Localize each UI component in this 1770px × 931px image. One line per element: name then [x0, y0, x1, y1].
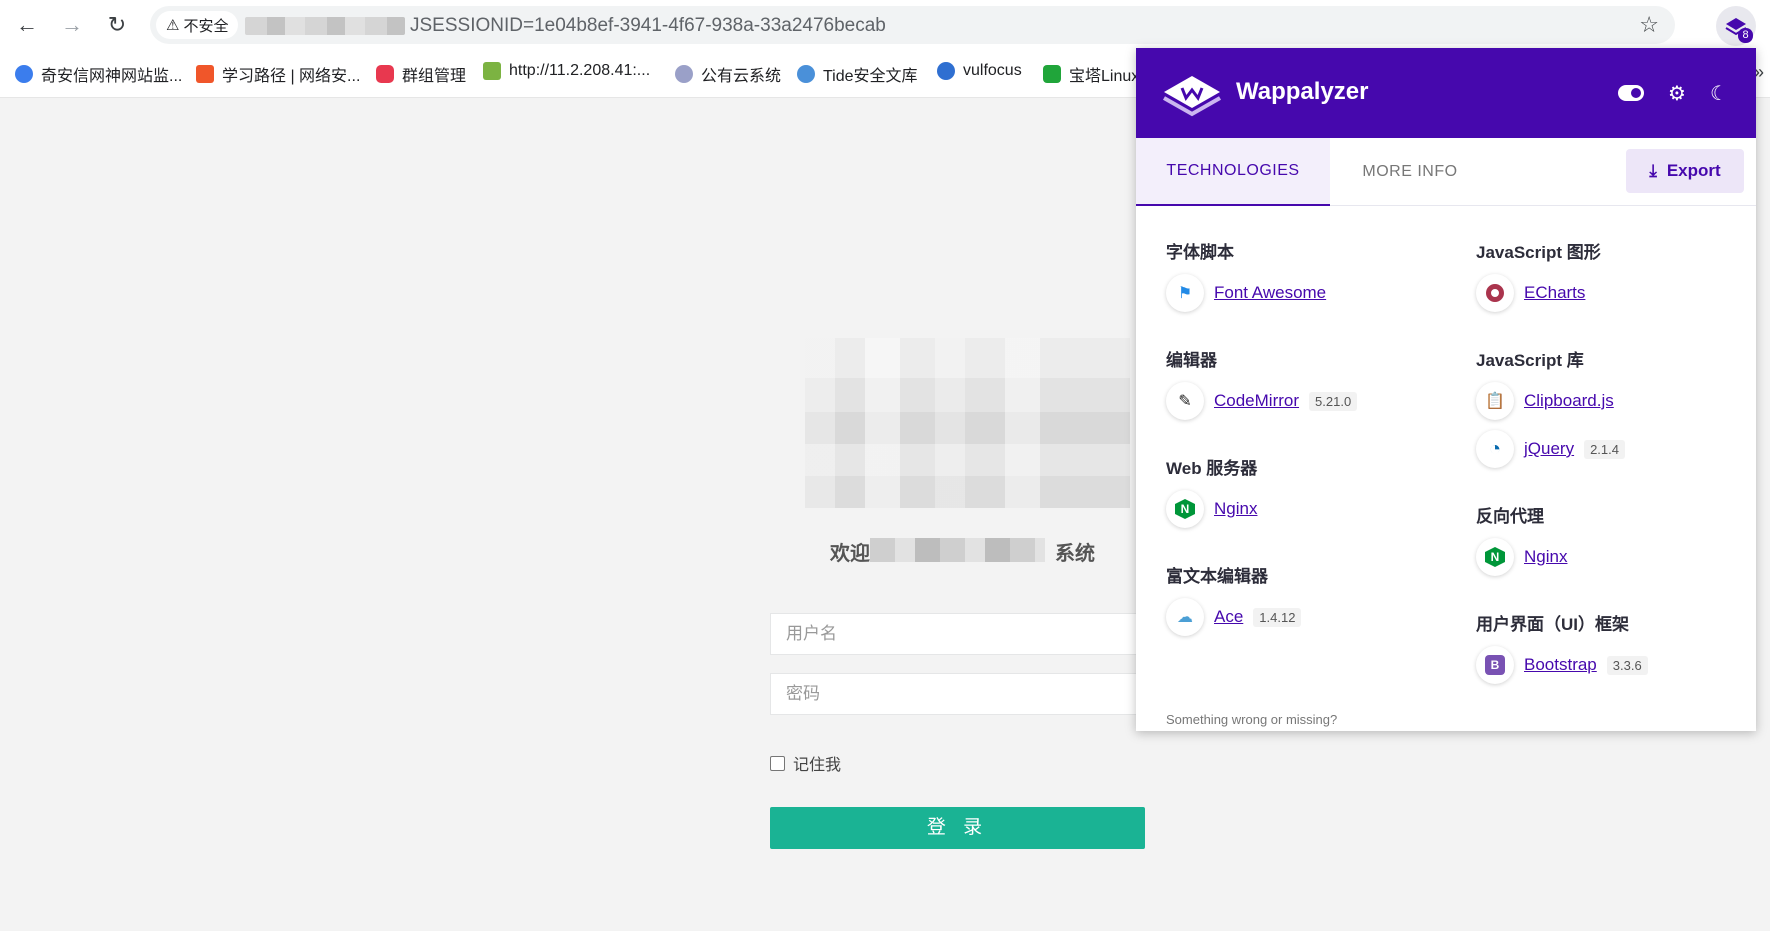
address-bar[interactable]: ⚠ 不安全 JSESSIONID=1e04b8ef-3941-4f67-938a…	[150, 6, 1675, 44]
technology-item[interactable]: N Nginx	[1166, 489, 1257, 529]
tab-technologies[interactable]: TECHNOLOGIES	[1136, 138, 1330, 206]
settings-gear-icon[interactable]: ⚙	[1664, 80, 1690, 106]
download-icon: ⤓	[1649, 161, 1657, 180]
technology-item[interactable]: ☁ Ace 1.4.12	[1166, 597, 1302, 637]
password-input[interactable]: 密码	[770, 673, 1150, 715]
reload-icon[interactable]: ↻	[102, 10, 132, 40]
bootstrap-icon: B	[1476, 646, 1514, 684]
category-heading: JavaScript 库	[1476, 351, 1584, 370]
category-heading: JavaScript 图形	[1476, 243, 1601, 262]
bookmark-item[interactable]: http://11.2.208.41:...	[483, 62, 650, 80]
bookmark-favicon-icon	[483, 62, 501, 80]
blurred-host	[245, 17, 405, 35]
echarts-icon	[1476, 274, 1514, 312]
bookmark-favicon-icon	[376, 65, 394, 83]
version-badge: 2.1.4	[1584, 439, 1625, 459]
technology-item[interactable]: ⚑ Font Awesome	[1166, 273, 1326, 313]
wappalyzer-extension-button[interactable]: 8	[1716, 6, 1756, 46]
bookmark-item[interactable]: Tide安全文库	[797, 62, 918, 86]
technology-item[interactable]: N Nginx	[1476, 537, 1567, 577]
bookmark-item[interactable]: 宝塔Linux	[1043, 62, 1139, 86]
category-heading: 富文本编辑器	[1166, 567, 1268, 586]
browser-toolbar: ← → ↻ ⚠ 不安全 JSESSIONID=1e04b8ef-3941-4f6…	[0, 0, 1770, 50]
ace-cloud-icon: ☁	[1166, 598, 1204, 636]
category-heading: 编辑器	[1166, 351, 1217, 370]
codemirror-icon: ✎	[1166, 382, 1204, 420]
technology-item[interactable]: ◔ jQuery 2.1.4	[1476, 429, 1625, 469]
version-badge: 1.4.12	[1253, 607, 1302, 627]
jquery-icon: ◔	[1476, 430, 1514, 468]
wappalyzer-title: Wappalyzer	[1236, 78, 1369, 105]
wappalyzer-popup: Wappalyzer ⚙ ☾ TECHNOLOGIES MORE INFO ⤓ …	[1136, 48, 1756, 731]
bookmark-favicon-icon	[196, 65, 214, 83]
toggle-switch[interactable]	[1618, 85, 1644, 101]
export-button[interactable]: ⤓ Export	[1626, 149, 1744, 193]
technology-item[interactable]: B Bootstrap 3.3.6	[1476, 645, 1648, 685]
blurred-system-name	[870, 538, 1045, 562]
category-heading: 字体脚本	[1166, 243, 1234, 262]
nginx-icon: N	[1166, 490, 1204, 528]
remember-checkbox[interactable]	[770, 755, 785, 771]
bookmark-item[interactable]: 公有云系统	[675, 62, 781, 86]
bookmark-favicon-icon	[937, 62, 955, 80]
category-heading: 反向代理	[1476, 507, 1544, 526]
remember-me[interactable]: 记住我	[770, 751, 841, 775]
version-badge: 5.21.0	[1309, 391, 1358, 411]
category-heading: Web 服务器	[1166, 459, 1258, 478]
version-badge: 3.3.6	[1606, 655, 1648, 675]
bookmark-item[interactable]: vulfocus	[937, 62, 1022, 80]
bookmark-favicon-icon	[675, 65, 693, 83]
bookmark-favicon-icon	[15, 65, 33, 83]
url-text: JSESSIONID=1e04b8ef-3941-4f67-938a-33a24…	[410, 15, 886, 36]
tab-more-info[interactable]: MORE INFO	[1330, 138, 1490, 206]
font-awesome-flag-icon: ⚑	[1166, 274, 1204, 312]
bookmark-item[interactable]: 学习路径 | 网络安...	[196, 62, 360, 86]
wappalyzer-header: Wappalyzer ⚙ ☾	[1136, 48, 1756, 138]
nginx-icon: N	[1476, 538, 1514, 576]
technology-item[interactable]: ✎ CodeMirror 5.21.0	[1166, 381, 1358, 421]
extension-badge: 8	[1738, 28, 1753, 43]
security-label: 不安全	[183, 17, 229, 35]
security-chip[interactable]: ⚠ 不安全	[156, 11, 239, 39]
wappalyzer-tabs: TECHNOLOGIES MORE INFO ⤓ Export	[1136, 138, 1756, 206]
dark-mode-moon-icon[interactable]: ☾	[1706, 80, 1732, 106]
warning-icon: ⚠	[166, 17, 180, 34]
category-heading: 用户界面（UI）框架	[1476, 615, 1629, 634]
remember-label: 记住我	[793, 757, 842, 774]
bookmark-item[interactable]: 奇安信网神网站监...	[15, 62, 182, 86]
technology-item[interactable]: 📋 Clipboard.js	[1476, 381, 1614, 421]
back-arrow-icon[interactable]: ←	[12, 10, 42, 40]
username-input[interactable]: 用户名	[770, 613, 1150, 655]
bookmark-item[interactable]: 群组管理	[376, 62, 466, 86]
bookmark-favicon-icon	[1043, 65, 1061, 83]
clipboard-icon: 📋	[1476, 382, 1514, 420]
wappalyzer-logo-icon	[1163, 76, 1221, 117]
site-logo	[805, 338, 1130, 508]
bookmark-star-icon[interactable]: ☆	[1639, 12, 1659, 38]
bookmark-favicon-icon	[797, 65, 815, 83]
feedback-link[interactable]: Something wrong or missing?	[1166, 712, 1337, 727]
login-button[interactable]: 登 录	[770, 807, 1145, 849]
forward-arrow-icon[interactable]: →	[57, 10, 87, 40]
technology-item[interactable]: ECharts	[1476, 273, 1585, 313]
